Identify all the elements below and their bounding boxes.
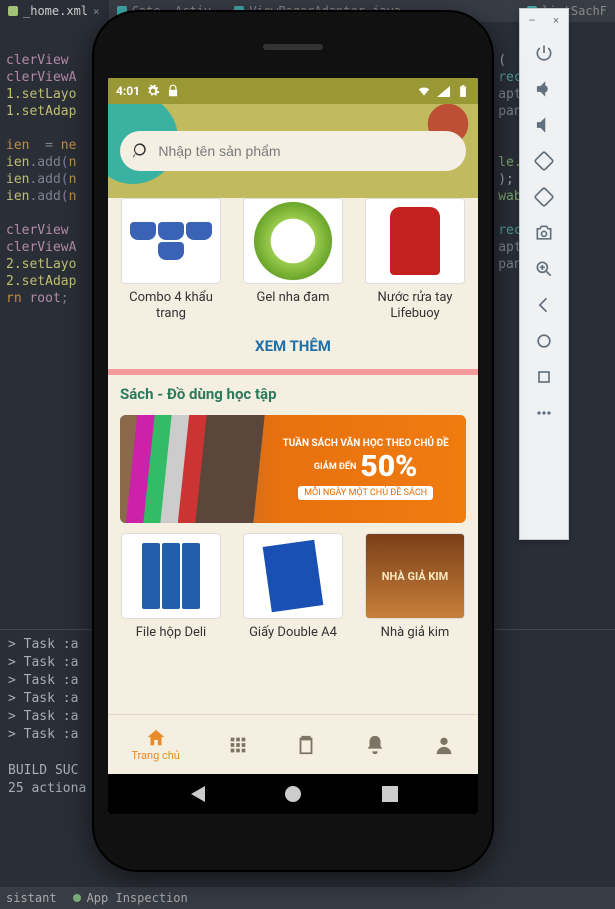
emulator-side-toolbar: – × xyxy=(519,8,569,540)
wifi-icon xyxy=(417,84,431,98)
product-row-2: File hộp Deli Giấy Double A4 NHÀ GIẢ KIM… xyxy=(108,533,478,647)
bottom-nav: Trang chủ xyxy=(108,714,478,774)
rotate-left-icon[interactable] xyxy=(528,145,560,177)
banner-big: 50% xyxy=(360,449,417,484)
device-screen[interactable]: 4:01 Combo 4 khẩu trang xyxy=(108,78,478,814)
nav-orders[interactable] xyxy=(295,734,317,756)
search-icon xyxy=(132,141,150,161)
search-box[interactable] xyxy=(120,131,466,171)
search-input[interactable] xyxy=(158,143,454,159)
close-button[interactable]: × xyxy=(544,9,568,31)
overview-icon[interactable] xyxy=(528,361,560,393)
signal-icon xyxy=(437,86,450,97)
app-inspection-tool[interactable]: App Inspection xyxy=(71,889,188,907)
close-icon[interactable]: × xyxy=(93,3,100,20)
product-image xyxy=(243,533,343,619)
product-card[interactable]: Nước rửa tay Lifebuoy xyxy=(360,198,470,321)
zoom-in-icon[interactable] xyxy=(528,253,560,285)
status-time: 4:01 xyxy=(116,84,140,98)
product-row-1: Combo 4 khẩu trang Gel nha đam Nước rửa … xyxy=(108,198,478,327)
product-name: Combo 4 khẩu trang xyxy=(116,290,226,321)
volume-down-icon[interactable] xyxy=(528,109,560,141)
product-card[interactable]: File hộp Deli xyxy=(116,533,226,641)
android-home[interactable] xyxy=(285,786,301,802)
product-image xyxy=(121,198,221,284)
product-card[interactable]: Combo 4 khẩu trang xyxy=(116,198,226,321)
banner-line3: MỖI NGÀY MỘT CHỦ ĐỀ SÁCH xyxy=(298,486,433,500)
lock-icon xyxy=(166,84,180,98)
battery-icon xyxy=(456,84,470,98)
android-recents[interactable] xyxy=(382,786,398,802)
product-name: File hộp Deli xyxy=(134,625,208,641)
android-soft-keys xyxy=(108,774,478,814)
home-icon[interactable] xyxy=(528,325,560,357)
rotate-right-icon[interactable] xyxy=(528,181,560,213)
product-name: Nước rửa tay Lifebuoy xyxy=(360,290,470,321)
code-gutter-left: clerView clerViewA 1.setLayo 1.setAdap i… xyxy=(0,52,76,307)
product-card[interactable]: Gel nha đam xyxy=(238,198,348,321)
product-card[interactable]: NHÀ GIẢ KIM Nhà giả kim xyxy=(360,533,470,641)
product-image: NHÀ GIẢ KIM xyxy=(365,533,465,619)
settings-icon xyxy=(146,84,160,98)
power-icon[interactable] xyxy=(528,37,560,69)
promo-banner[interactable]: TUẦN SÁCH VĂN HỌC THEO CHỦ ĐỀ GIẢM ĐẾN 5… xyxy=(120,415,466,523)
bell-icon xyxy=(364,734,386,756)
more-icon[interactable] xyxy=(528,397,560,429)
camera-icon[interactable] xyxy=(528,217,560,249)
assistant-tool[interactable]: sistant xyxy=(6,889,57,907)
nav-home[interactable]: Trang chủ xyxy=(131,727,180,762)
app-scroll[interactable]: Combo 4 khẩu trang Gel nha đam Nước rửa … xyxy=(108,198,478,714)
product-name: Gel nha đam xyxy=(254,290,331,306)
banner-line1: TUẦN SÁCH VĂN HỌC THEO CHỦ ĐỀ xyxy=(283,438,449,449)
product-image xyxy=(121,533,221,619)
product-card[interactable]: Giấy Double A4 xyxy=(238,533,348,641)
android-status-bar: 4:01 xyxy=(108,78,478,104)
volume-up-icon[interactable] xyxy=(528,73,560,105)
section-title: Sách - Đồ dùng học tập xyxy=(108,375,478,409)
clipboard-icon xyxy=(295,734,317,756)
banner-books-graphic xyxy=(120,415,265,523)
back-icon[interactable] xyxy=(528,289,560,321)
minimize-button[interactable]: – xyxy=(520,9,544,31)
ide-status-bar: sistant App Inspection xyxy=(0,887,615,909)
nav-categories[interactable] xyxy=(227,734,249,756)
product-name: Nhà giả kim xyxy=(379,625,452,641)
home-icon xyxy=(145,727,167,749)
android-back[interactable] xyxy=(189,786,205,802)
nav-profile[interactable] xyxy=(433,734,455,756)
person-icon xyxy=(433,734,455,756)
product-image xyxy=(365,198,465,284)
ide-tab-home-xml[interactable]: _home.xml × xyxy=(0,0,109,22)
nav-notifications[interactable] xyxy=(364,734,386,756)
product-image xyxy=(243,198,343,284)
app-header xyxy=(108,104,478,198)
emulator-device: 4:01 Combo 4 khẩu trang xyxy=(94,12,492,870)
see-more-link[interactable]: XEM THÊM xyxy=(108,327,478,369)
product-name: Giấy Double A4 xyxy=(247,625,339,641)
grid-icon xyxy=(227,734,249,756)
